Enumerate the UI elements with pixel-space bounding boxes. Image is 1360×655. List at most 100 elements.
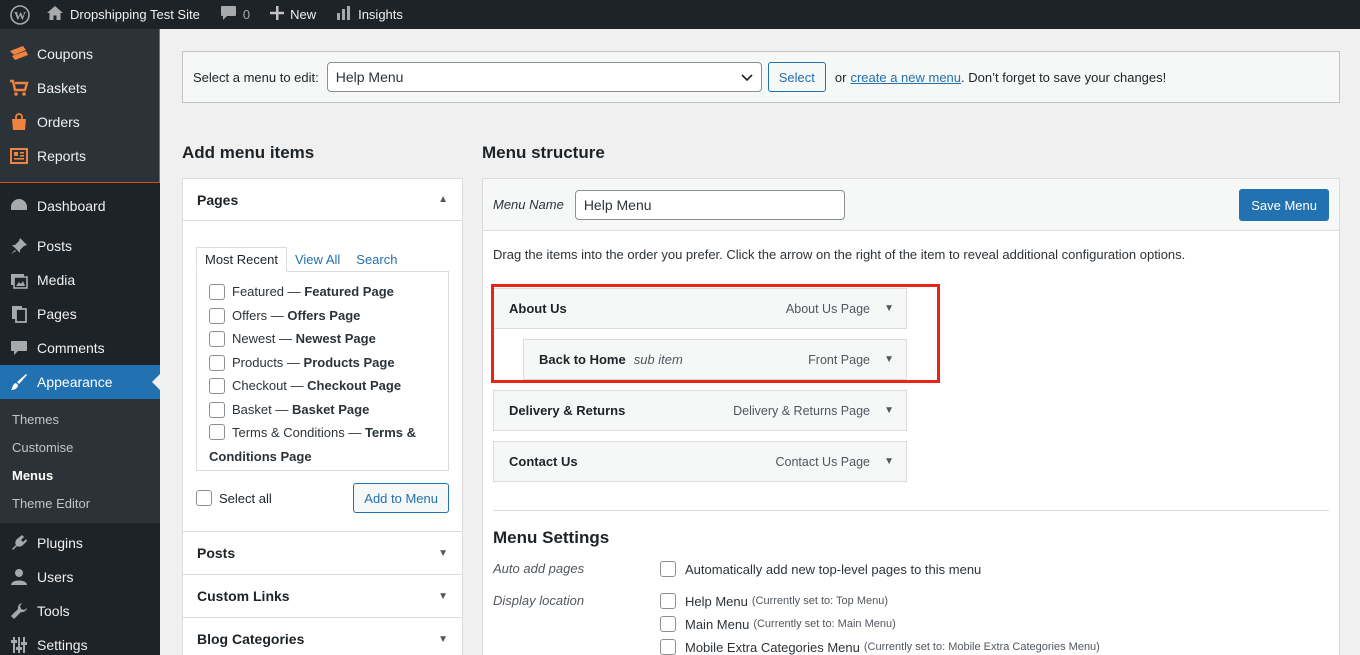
sidebar-item-orders[interactable]: Orders [0,105,159,139]
custom-links-section-title: Custom Links [197,588,290,604]
location-option-mobile-extra[interactable]: Mobile Extra Categories Menu (Currently … [660,639,1100,655]
menu-instructions: Drag the items into the order you prefer… [493,247,1186,262]
expand-arrow-icon: ▼ [438,633,448,645]
coupon-icon [9,44,29,64]
svg-text:W: W [14,8,26,22]
display-location-label: Display location [493,593,585,608]
divider [493,510,1329,511]
chevron-down-icon [741,69,753,85]
admin-sidebar: Coupons Baskets Orders Reports Dashboard… [0,29,160,655]
auto-add-option[interactable]: Automatically add new top-level pages to… [660,561,981,577]
custom-links-section-header[interactable]: Custom Links ▼ [183,574,462,617]
submenu-item-customise[interactable]: Customise [0,433,160,461]
menu-item-contact-us[interactable]: Contact Us Contact Us Page ▼ [493,441,907,482]
page-checkbox[interactable] [209,354,225,371]
sidebar-item-media[interactable]: Media [0,263,160,297]
menu-select-dropdown[interactable]: Help Menu [326,62,762,92]
page-checkbox[interactable] [209,284,225,300]
list-item[interactable]: Terms & Conditions — Terms & Conditions … [209,421,436,468]
page-checkbox[interactable] [209,307,225,324]
select-menu-label: Select a menu to edit: [193,69,319,85]
location-checkbox[interactable] [660,616,676,632]
list-item[interactable]: Products — Products Page [209,351,436,375]
brush-icon [9,372,29,392]
sidebar-item-plugins[interactable]: Plugins [0,526,160,560]
pin-icon [9,236,29,256]
sidebar-item-coupons[interactable]: Coupons [0,37,159,71]
save-menu-button[interactable]: Save Menu [1239,189,1329,221]
submenu-item-theme-editor[interactable]: Theme Editor [0,489,160,517]
sidebar-item-reports[interactable]: Reports [0,139,159,173]
add-to-menu-button[interactable]: Add to Menu [353,483,449,513]
sidebar-item-pages[interactable]: Pages [0,297,160,331]
select-button[interactable]: Select [767,62,826,92]
select-all-checkbox[interactable] [196,490,212,506]
comments-link[interactable]: 0 [212,0,258,29]
sidebar-item-label: Settings [37,637,88,653]
posts-section-header[interactable]: Posts ▼ [183,531,462,574]
collapse-arrow-icon: ▲ [438,194,448,205]
select-all-toggle[interactable]: Select all [196,490,272,506]
page-checkbox[interactable] [209,331,225,347]
list-item[interactable]: Offers — Offers Page [209,304,436,328]
auto-add-checkbox[interactable] [660,561,676,577]
create-new-menu-link[interactable]: create a new menu [850,70,961,85]
sidebar-item-comments[interactable]: Comments [0,331,160,365]
highlight-box [491,284,940,383]
new-label: New [290,7,317,22]
location-option-help-menu[interactable]: Help Menu (Currently set to: Top Menu) [660,593,888,609]
list-item[interactable]: Basket — Basket Page [209,398,436,422]
auto-add-text: Automatically add new top-level pages to… [685,561,982,577]
blog-categories-section-title: Blog Categories [197,631,305,647]
menu-item-toggle-arrow-icon[interactable]: ▼ [884,456,894,467]
insights-label: Insights [358,7,403,22]
page-checkbox[interactable] [209,401,225,418]
tab-search[interactable]: Search [348,247,405,272]
tab-most-recent[interactable]: Most Recent [196,247,287,272]
sidebar-item-label: Posts [37,238,73,254]
menu-item-delivery-returns[interactable]: Delivery & Returns Delivery & Returns Pa… [493,390,907,431]
expand-arrow-icon: ▼ [438,590,448,602]
location-option-main-menu[interactable]: Main Menu (Currently set to: Main Menu) [660,616,896,632]
pages-section-header[interactable]: Pages ▲ [183,179,462,221]
sidebar-item-settings[interactable]: Settings [0,628,160,655]
menu-item-toggle-arrow-icon[interactable]: ▼ [884,405,894,416]
sidebar-item-label: Dashboard [37,198,106,214]
list-item[interactable]: Newest — Newest Page [209,327,436,351]
comment-icon [9,338,29,358]
wrench-icon [9,601,29,621]
site-name-link[interactable]: Dropshipping Test Site [38,0,208,29]
plugin-icon [9,533,29,553]
page-checkbox[interactable] [209,424,225,440]
wordpress-logo-icon[interactable]: W [0,0,38,29]
blog-categories-section-header[interactable]: Blog Categories ▼ [183,617,462,655]
pages-tabs: Most Recent View All Search [196,247,405,272]
sidebar-item-posts[interactable]: Posts [0,229,160,263]
bar-chart-icon [336,5,352,24]
sidebar-item-appearance[interactable]: Appearance [0,365,160,399]
select-all-label: Select all [219,490,272,506]
cart-icon [9,78,29,98]
insights-link[interactable]: Insights [328,0,411,29]
list-item[interactable]: Featured — Featured Page [209,280,436,304]
menu-header: Menu Name Help Menu Save Menu [483,179,1339,231]
list-item[interactable]: Checkout — Checkout Page [209,374,436,398]
menu-name-input[interactable]: Help Menu [574,189,845,220]
submenu-item-menus[interactable]: Menus [0,461,160,489]
sidebar-item-dashboard[interactable]: Dashboard [0,189,160,223]
sidebar-item-users[interactable]: Users [0,560,160,594]
new-content-link[interactable]: New [262,0,324,29]
menu-item-title: Delivery & Returns [509,403,626,418]
sidebar-item-label: Baskets [37,80,87,96]
location-checkbox[interactable] [660,639,676,655]
page-checkbox[interactable] [209,378,225,394]
pages-section-body: Most Recent View All Search Featured — F… [183,221,462,531]
tab-view-all[interactable]: View All [287,247,348,272]
sidebar-item-label: Plugins [37,535,83,551]
location-checkbox[interactable] [660,593,676,609]
sidebar-item-baskets[interactable]: Baskets [0,71,159,105]
submenu-item-themes[interactable]: Themes [0,405,160,433]
appearance-submenu: Themes Customise Menus Theme Editor [0,399,160,523]
sidebar-item-tools[interactable]: Tools [0,594,160,628]
sidebar-item-label: Orders [37,114,80,130]
